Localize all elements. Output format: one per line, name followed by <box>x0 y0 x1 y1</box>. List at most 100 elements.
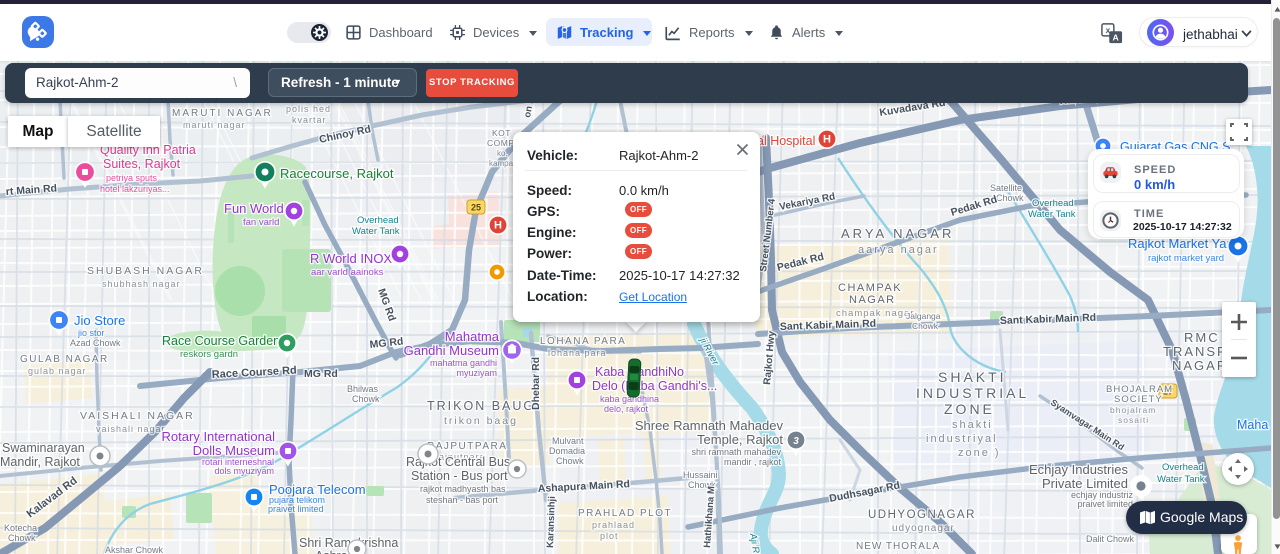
svg-text:PRAHLAD PLOT: PRAHLAD PLOT <box>578 508 672 519</box>
svg-text:GULAB NAGAR: GULAB NAGAR <box>20 354 109 365</box>
svg-text:Private Limited: Private Limited <box>1042 476 1128 491</box>
svg-text:RAJPUTPARA: RAJPUTPARA <box>427 441 507 452</box>
svg-text:NEW THORALA: NEW THORALA <box>856 541 940 552</box>
svg-text:MG Rd: MG Rd <box>304 368 338 380</box>
svg-text:NAGAR: NAGAR <box>1172 358 1228 373</box>
svg-text:lohana para: lohana para <box>548 348 607 358</box>
svg-text:TRIKON BAUG: TRIKON BAUG <box>427 399 535 413</box>
svg-text:SHAKTI: SHAKTI <box>938 369 1007 385</box>
svg-text:Shree Ramnath Mahadev: Shree Ramnath Mahadev <box>635 418 784 433</box>
svg-text:Kotecha: Kotecha <box>4 523 37 533</box>
svg-text:CHAMPAK: CHAMPAK <box>838 282 902 294</box>
svg-text:kvartar: kvartar <box>292 115 327 125</box>
svg-text:MARUTI NAGAR: MARUTI NAGAR <box>172 108 273 119</box>
svg-text:SHUBASH NAGAR: SHUBASH NAGAR <box>87 265 204 277</box>
svg-text:Temple, Rajkot: Temple, Rajkot <box>697 432 783 447</box>
svg-text:Mulvant: Mulvant <box>552 436 584 446</box>
svg-text:Dhebar Rd: Dhebar Rd <box>530 357 542 410</box>
svg-text:aar varld aainoks: aar varld aainoks <box>311 267 384 278</box>
svg-text:hotel lakzuriyas...: hotel lakzuriyas... <box>100 184 170 194</box>
svg-text:Karansinhji: Karansinhji <box>545 496 558 548</box>
svg-text:3: 3 <box>793 436 799 447</box>
svg-text:zone ): zone ) <box>958 447 1001 459</box>
svg-text:rajkot market yard: rajkot market yard <box>1148 253 1224 264</box>
svg-text:Water Tank: Water Tank <box>1157 474 1205 485</box>
svg-text:RMC: RMC <box>1184 330 1220 345</box>
svg-text:plot: plot <box>600 531 619 541</box>
svg-text:Bhilwas: Bhilwas <box>347 384 379 394</box>
svg-text:Domadia: Domadia <box>549 446 585 456</box>
svg-text:Dolls Museum: Dolls Museum <box>193 443 275 458</box>
svg-text:UDHYOGNAGAR: UDHYOGNAGAR <box>868 509 976 521</box>
svg-text:praivet limited: praivet limited <box>1077 499 1133 509</box>
svg-text:ZONE: ZONE <box>944 401 995 417</box>
svg-text:Race Course Garden: Race Course Garden <box>162 334 280 348</box>
svg-text:aarya nagar: aarya nagar <box>858 244 939 256</box>
svg-text:Water Tank: Water Tank <box>1028 209 1076 220</box>
svg-text:jio stor: jio stor <box>77 328 105 338</box>
svg-text:al Hospital: al Hospital <box>757 134 815 148</box>
svg-text:prahlaad: prahlaad <box>592 520 635 530</box>
svg-text:Echjay Industries: Echjay Industries <box>1029 462 1128 477</box>
svg-text:Azad Chowk: Azad Chowk <box>70 338 121 348</box>
svg-text:Chowk: Chowk <box>8 533 36 543</box>
svg-text:25: 25 <box>471 203 481 213</box>
svg-text:Mandir, Rajkot: Mandir, Rajkot <box>0 455 80 469</box>
svg-text:A: A <box>1113 32 1120 42</box>
svg-text:Hussaini: Hussaini <box>683 470 718 480</box>
svg-text:KOT: KOT <box>492 128 511 138</box>
svg-text:shri ramnath mahadev: shri ramnath mahadev <box>691 447 781 457</box>
svg-text:rajkot madhyasth bas: rajkot madhyasth bas <box>420 484 506 494</box>
svg-text:Chowk: Chowk <box>996 193 1024 203</box>
svg-text:Mahatma: Mahatma <box>445 329 500 344</box>
svg-text:Overhead: Overhead <box>1162 462 1204 473</box>
svg-text:COMP: COMP <box>487 138 515 148</box>
svg-text:Jio Store: Jio Store <box>74 313 125 328</box>
svg-text:Swaminarayan: Swaminarayan <box>2 441 85 455</box>
svg-text:Overhead: Overhead <box>357 215 399 226</box>
svg-text:myuziyam: myuziyam <box>456 368 497 378</box>
svg-text:udyognagar: udyognagar <box>892 523 955 534</box>
svg-text:LOHANA PARA: LOHANA PARA <box>540 336 626 347</box>
svg-text:Chowk: Chowk <box>352 394 380 404</box>
svg-text:shakti: shakti <box>952 419 993 431</box>
svg-text:kampa: kampa <box>489 159 514 168</box>
svg-text:H: H <box>823 134 831 146</box>
svg-text:fan varld: fan varld <box>243 217 279 228</box>
svg-text:praivet limited: praivet limited <box>268 504 324 514</box>
svg-text:industriyal: industriyal <box>926 433 998 445</box>
svg-text:polis hed: polis hed <box>286 104 331 114</box>
svg-text:SOCIETY: SOCIETY <box>1114 394 1163 405</box>
svg-text:R World INOX: R World INOX <box>310 251 392 266</box>
svg-text:reskors gardn: reskors gardn <box>180 349 238 360</box>
svg-text:mandir , rajkot: mandir , rajkot <box>724 457 782 467</box>
svg-text:shubhash nagar: shubhash nagar <box>102 279 181 289</box>
svg-text:trikon baag: trikon baag <box>444 415 518 427</box>
svg-text:Water Tank: Water Tank <box>352 226 400 237</box>
svg-text:delo, rajkot: delo, rajkot <box>604 404 649 414</box>
svg-text:NAGAR: NAGAR <box>849 294 896 306</box>
svg-text:INDUSTRIAL: INDUSTRIAL <box>916 385 1029 401</box>
svg-text:mahatma gandhi: mahatma gandhi <box>430 358 497 368</box>
svg-text:Maha: Maha <box>1237 418 1268 432</box>
svg-text:Racecourse, Rajkot: Racecourse, Rajkot <box>280 166 394 181</box>
svg-text:VAISHALI NAGAR: VAISHALI NAGAR <box>80 410 195 422</box>
svg-text:Delo (Kaba Gandhi's...: Delo (Kaba Gandhi's... <box>592 379 717 393</box>
svg-text:Suites, Rajkot: Suites, Rajkot <box>103 157 181 171</box>
svg-text:Fun World: Fun World <box>224 201 284 216</box>
svg-text:dols myuziyam: dols myuziyam <box>214 466 274 476</box>
svg-text:Akshar Chowk: Akshar Chowk <box>105 545 164 554</box>
svg-text:petriya sputs: petriya sputs <box>106 173 158 183</box>
svg-text:sosaiti: sosaiti <box>1118 415 1149 425</box>
svg-text:Rotary International: Rotary International <box>162 429 276 444</box>
svg-text:Station - Bus port: Station - Bus port <box>411 469 508 483</box>
svg-text:maruti nagar: maruti nagar <box>183 120 246 130</box>
svg-text:Chowk: Chowk <box>556 456 584 466</box>
svg-text:Satellite: Satellite <box>990 183 1022 193</box>
svg-text:vaishali nagar: vaishali nagar <box>96 424 166 434</box>
svg-text:gulab nagar: gulab nagar <box>28 366 87 376</box>
svg-text:Gandhi Museum: Gandhi Museum <box>404 343 499 358</box>
svg-text:bhojalram: bhojalram <box>1110 405 1156 415</box>
svg-text:H: H <box>494 220 502 232</box>
svg-text:Dalit Chowk: Dalit Chowk <box>1086 534 1135 544</box>
